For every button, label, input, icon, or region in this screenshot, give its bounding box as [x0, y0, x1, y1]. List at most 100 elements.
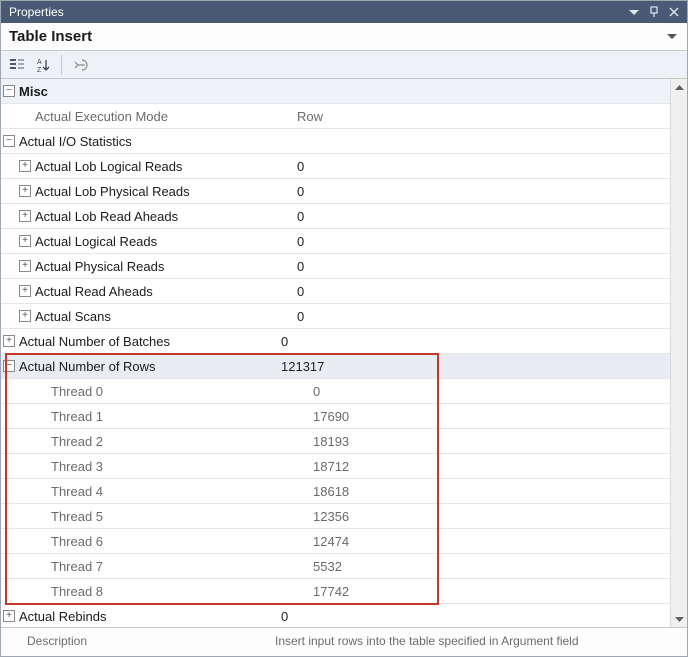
autohide-pin-icon[interactable]: [645, 3, 663, 21]
prop-label: Actual Physical Reads: [33, 259, 297, 274]
row-scans[interactable]: + Actual Scans 0: [1, 304, 670, 329]
toolbar-separator: [61, 55, 62, 75]
prop-value: 0: [297, 209, 664, 224]
prop-value: 0: [297, 184, 664, 199]
prop-value: 18618: [313, 484, 664, 499]
prop-label: Actual Logical Reads: [33, 234, 297, 249]
categorized-view-icon[interactable]: [5, 53, 29, 77]
description-panel: Description Insert input rows into the t…: [1, 627, 687, 656]
prop-label: Thread 7: [49, 559, 313, 574]
row-thread[interactable]: Thread 00: [1, 379, 670, 404]
row-lob-physical-reads[interactable]: + Actual Lob Physical Reads 0: [1, 179, 670, 204]
row-thread[interactable]: Thread 117690: [1, 404, 670, 429]
window-title: Properties: [9, 5, 623, 19]
expand-icon[interactable]: +: [19, 160, 31, 172]
property-grid: − Misc Actual Execution Mode Row − Actua…: [1, 79, 670, 627]
description-text: Insert input rows into the table specifi…: [275, 634, 679, 648]
row-actual-io-statistics[interactable]: − Actual I/O Statistics: [1, 129, 670, 154]
prop-label: Actual Scans: [33, 309, 297, 324]
prop-value: 18193: [313, 434, 664, 449]
object-dropdown-icon[interactable]: [665, 30, 679, 44]
prop-value: 12356: [313, 509, 664, 524]
prop-value: 0: [297, 284, 664, 299]
category-misc[interactable]: − Misc: [1, 79, 670, 104]
expand-icon[interactable]: +: [19, 235, 31, 247]
scroll-up-icon[interactable]: [671, 79, 688, 96]
grid-wrap: − Misc Actual Execution Mode Row − Actua…: [1, 79, 687, 627]
prop-label: Thread 3: [49, 459, 313, 474]
row-actual-execution-mode[interactable]: Actual Execution Mode Row: [1, 104, 670, 129]
prop-label: Actual Lob Logical Reads: [33, 159, 297, 174]
prop-label: Thread 1: [49, 409, 313, 424]
properties-panel: Properties Table Insert A Z: [0, 0, 688, 657]
expand-icon[interactable]: +: [19, 210, 31, 222]
prop-label: Actual Number of Rows: [17, 359, 281, 374]
prop-label: Actual Rebinds: [17, 609, 281, 624]
row-lob-logical-reads[interactable]: + Actual Lob Logical Reads 0: [1, 154, 670, 179]
description-label: Description: [27, 634, 275, 648]
prop-value: Row: [297, 109, 664, 124]
row-thread[interactable]: Thread 75532: [1, 554, 670, 579]
expand-icon[interactable]: +: [3, 610, 15, 622]
prop-value: 0: [297, 234, 664, 249]
row-thread[interactable]: Thread 418618: [1, 479, 670, 504]
row-thread[interactable]: Thread 218193: [1, 429, 670, 454]
row-lob-read-aheads[interactable]: + Actual Lob Read Aheads 0: [1, 204, 670, 229]
prop-value: 0: [313, 384, 664, 399]
row-number-of-rows[interactable]: − Actual Number of Rows 121317: [1, 354, 670, 379]
row-physical-reads[interactable]: + Actual Physical Reads 0: [1, 254, 670, 279]
row-thread[interactable]: Thread 817742: [1, 579, 670, 604]
prop-label: Actual Lob Read Aheads: [33, 209, 297, 224]
prop-label: Actual Execution Mode: [33, 109, 297, 124]
prop-value: 0: [297, 159, 664, 174]
row-number-of-batches[interactable]: + Actual Number of Batches 0: [1, 329, 670, 354]
property-pages-icon[interactable]: [68, 53, 92, 77]
category-label: Misc: [17, 84, 281, 99]
prop-label: Thread 8: [49, 584, 313, 599]
row-rebinds[interactable]: + Actual Rebinds 0: [1, 604, 670, 627]
svg-text:A: A: [37, 59, 42, 66]
prop-label: Thread 2: [49, 434, 313, 449]
row-logical-reads[interactable]: + Actual Logical Reads 0: [1, 229, 670, 254]
row-thread[interactable]: Thread 318712: [1, 454, 670, 479]
alphabetical-view-icon[interactable]: A Z: [31, 53, 55, 77]
prop-label: Actual Lob Physical Reads: [33, 184, 297, 199]
prop-label: Thread 5: [49, 509, 313, 524]
window-options-icon[interactable]: [625, 3, 643, 21]
properties-toolbar: A Z: [1, 51, 687, 79]
collapse-icon[interactable]: −: [3, 85, 15, 97]
prop-value: 18712: [313, 459, 664, 474]
prop-value: 0: [297, 259, 664, 274]
expand-icon[interactable]: +: [3, 335, 15, 347]
prop-value: 0: [281, 609, 664, 624]
vertical-scrollbar[interactable]: [670, 79, 687, 627]
prop-label: Thread 4: [49, 484, 313, 499]
collapse-icon[interactable]: −: [3, 360, 15, 372]
object-name: Table Insert: [9, 28, 665, 45]
prop-label: Actual Number of Batches: [17, 334, 281, 349]
prop-label: Actual I/O Statistics: [17, 134, 281, 149]
expand-icon[interactable]: +: [19, 185, 31, 197]
expand-icon[interactable]: +: [19, 260, 31, 272]
scroll-down-icon[interactable]: [671, 610, 688, 627]
svg-text:Z: Z: [37, 67, 42, 73]
prop-value: 17690: [313, 409, 664, 424]
prop-label: Thread 6: [49, 534, 313, 549]
prop-value: 5532: [313, 559, 664, 574]
prop-label: Actual Read Aheads: [33, 284, 297, 299]
prop-value: 0: [281, 334, 664, 349]
close-icon[interactable]: [665, 3, 683, 21]
row-thread[interactable]: Thread 512356: [1, 504, 670, 529]
prop-value: 121317: [281, 359, 664, 374]
row-thread[interactable]: Thread 612474: [1, 529, 670, 554]
titlebar: Properties: [1, 1, 687, 23]
row-read-aheads[interactable]: + Actual Read Aheads 0: [1, 279, 670, 304]
expand-icon[interactable]: +: [19, 310, 31, 322]
expand-icon[interactable]: +: [19, 285, 31, 297]
prop-value: 17742: [313, 584, 664, 599]
prop-value: 12474: [313, 534, 664, 549]
object-bar: Table Insert: [1, 23, 687, 51]
scroll-track[interactable]: [671, 96, 688, 610]
prop-value: 0: [297, 309, 664, 324]
collapse-icon[interactable]: −: [3, 135, 15, 147]
